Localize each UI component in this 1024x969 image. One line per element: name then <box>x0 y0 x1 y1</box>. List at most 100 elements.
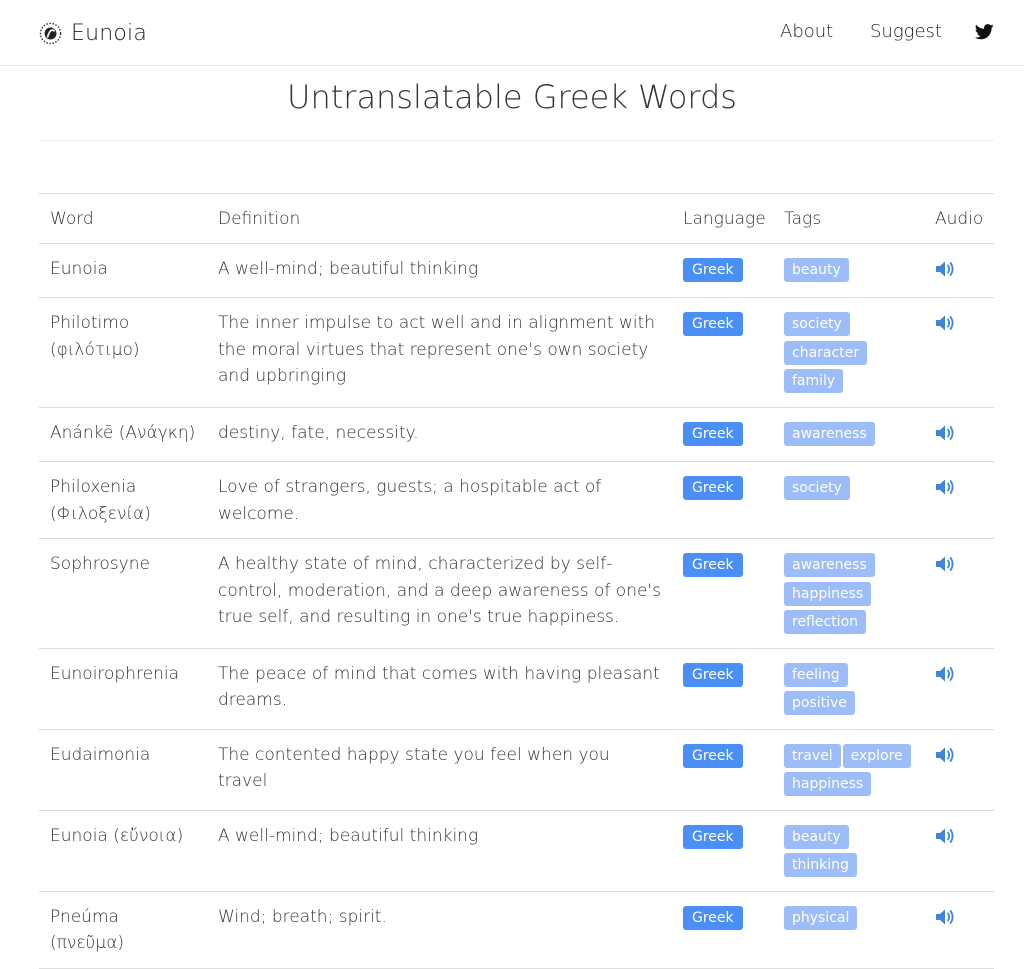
words-table: Word Definition Language Tags Audio Euno… <box>39 193 994 969</box>
tag-badge[interactable]: explore <box>842 743 911 768</box>
tags-cell: feeling positive <box>773 648 924 730</box>
speaker-icon <box>936 261 954 276</box>
navbar: Eunoia About Suggest <box>0 0 1024 66</box>
language-badge[interactable]: Greek <box>683 905 743 930</box>
table-row: Sophrosyne A healthy state of mind, char… <box>39 538 994 649</box>
audio-cell <box>924 729 994 811</box>
audio-button[interactable] <box>935 424 955 442</box>
audio-button[interactable] <box>935 746 955 764</box>
language-badge[interactable]: Greek <box>683 421 743 446</box>
audio-button[interactable] <box>935 478 955 496</box>
word-cell: Eudaimonia <box>39 729 207 811</box>
tag-badge[interactable]: beauty <box>784 824 849 849</box>
language-badge[interactable]: Greek <box>683 553 743 577</box>
audio-cell <box>924 243 994 298</box>
definition-cell: Wind; breath; spirit. <box>207 891 672 969</box>
header-row: Word Definition Language Tags Audio <box>39 193 994 244</box>
header-audio: Audio <box>924 193 994 244</box>
brand-link[interactable]: Eunoia <box>39 18 147 48</box>
tag-badge[interactable]: awareness <box>784 553 875 577</box>
audio-cell <box>924 648 994 730</box>
word-cell: Sophrosyne <box>39 538 207 649</box>
language-badge[interactable]: Greek <box>683 312 743 336</box>
language-cell: Greek <box>672 810 773 892</box>
tag-badge[interactable]: positive <box>784 691 855 715</box>
definition-cell: destiny, fate, necessity. <box>207 407 672 462</box>
word-cell: Philotimo (φιλότιμο) <box>39 297 207 408</box>
header-definition: Definition <box>207 193 672 244</box>
tag-badge[interactable]: happiness <box>784 772 872 796</box>
audio-cell <box>924 538 994 649</box>
table-body: Eunoia A well-mind; beautiful thinking G… <box>39 243 994 969</box>
header-word: Word <box>39 193 207 244</box>
tag-badge[interactable]: society <box>784 312 850 336</box>
tag-badge[interactable]: feeling <box>784 662 848 687</box>
language-badge[interactable]: Greek <box>683 476 743 500</box>
tags-cell: beauty thinking <box>773 810 924 892</box>
tag-badge[interactable]: awareness <box>784 421 875 446</box>
tag-badge[interactable]: travel <box>784 743 841 768</box>
speaker-icon <box>936 747 954 762</box>
definition-cell: A well-mind; beautiful thinking <box>207 810 672 892</box>
tag-badge[interactable]: character <box>784 340 868 365</box>
tags-cell: awareness <box>773 407 924 462</box>
language-cell: Greek <box>672 648 773 730</box>
table-row: Pneúma (πνεῦμα) Wind; breath; spirit. Gr… <box>39 891 994 969</box>
title-divider <box>39 140 994 141</box>
table-row: Eudaimonia The contented happy state you… <box>39 729 994 811</box>
table-row: Philotimo (φιλότιμο) The inner impulse t… <box>39 297 994 408</box>
audio-button[interactable] <box>935 665 955 683</box>
twitter-link[interactable] <box>975 24 994 40</box>
audio-button[interactable] <box>935 827 955 845</box>
language-cell: Greek <box>672 243 773 298</box>
word-cell: Eunoirophrenia <box>39 648 207 730</box>
word-cell: Pneúma (πνεῦμα) <box>39 891 207 969</box>
speaker-icon <box>936 425 954 440</box>
tag-badge[interactable]: thinking <box>784 853 857 877</box>
language-cell: Greek <box>672 407 773 462</box>
speaker-icon <box>936 909 954 924</box>
definition-cell: A well-mind; beautiful thinking <box>207 243 672 298</box>
nav-suggest-link[interactable]: Suggest <box>870 21 942 43</box>
tag-badge[interactable]: happiness <box>784 581 872 606</box>
tags-cell: physical <box>773 891 924 969</box>
tag-badge[interactable]: society <box>784 476 850 500</box>
table-row: Eunoia (εὔνοια) A well-mind; beautiful t… <box>39 810 994 892</box>
language-badge[interactable]: Greek <box>683 257 743 282</box>
language-badge[interactable]: Greek <box>683 662 743 687</box>
audio-cell <box>924 297 994 408</box>
header-tags: Tags <box>773 193 924 244</box>
language-cell: Greek <box>672 729 773 811</box>
definition-cell: The inner impulse to act well and in ali… <box>207 297 672 408</box>
speaker-icon <box>936 556 954 572</box>
tag-badge[interactable]: physical <box>784 905 858 930</box>
nav-about-link[interactable]: About <box>780 21 833 43</box>
definition-cell: The peace of mind that comes with having… <box>207 648 672 730</box>
tag-badge[interactable]: family <box>784 369 844 393</box>
header-language: Language <box>672 193 773 244</box>
tag-badge[interactable]: reflection <box>784 610 867 634</box>
language-badge[interactable]: Greek <box>683 743 743 768</box>
table-row: Anánkē (Ανάγκη) destiny, fate, necessity… <box>39 407 994 462</box>
audio-button[interactable] <box>935 314 955 332</box>
audio-cell <box>924 461 994 539</box>
speaker-icon <box>936 479 954 495</box>
speaker-icon <box>936 828 954 843</box>
audio-cell <box>924 407 994 462</box>
tags-cell: society <box>773 461 924 539</box>
word-cell: Anánkē (Ανάγκη) <box>39 407 207 462</box>
audio-button[interactable] <box>935 908 955 926</box>
tag-badge[interactable]: beauty <box>784 257 849 282</box>
word-cell: Eunoia <box>39 243 207 298</box>
word-cell: Philoxenia (Φιλοξενία) <box>39 461 207 539</box>
twitter-icon <box>975 24 994 40</box>
speaker-icon <box>936 666 954 681</box>
language-badge[interactable]: Greek <box>683 824 743 849</box>
language-cell: Greek <box>672 891 773 969</box>
definition-cell: A healthy state of mind, characterized b… <box>207 538 672 649</box>
definition-cell: Love of strangers, guests; a hospitable … <box>207 461 672 539</box>
language-cell: Greek <box>672 538 773 649</box>
audio-button[interactable] <box>935 260 955 278</box>
eunoia-logo-icon <box>39 22 62 44</box>
audio-button[interactable] <box>935 555 955 573</box>
